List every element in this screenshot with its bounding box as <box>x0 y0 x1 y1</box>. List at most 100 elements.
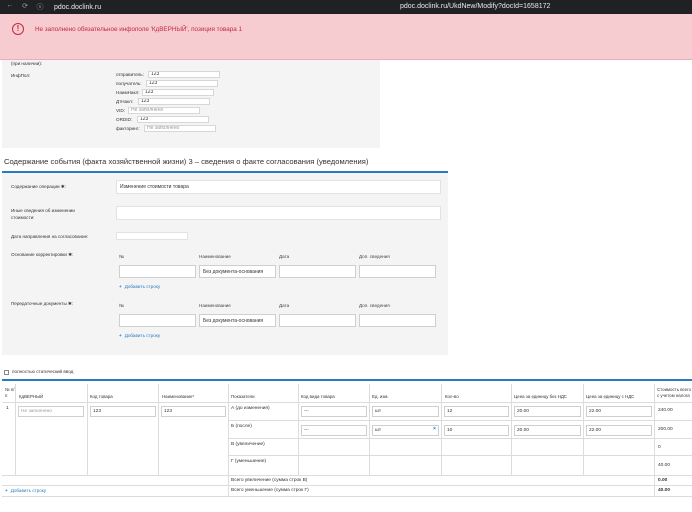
transfer-date-input[interactable] <box>279 314 356 327</box>
row-num: 1 <box>6 406 9 411</box>
section-title: Содержание события (факта хозяйственной … <box>4 157 369 166</box>
col-num-header: № п/п <box>5 387 15 398</box>
basis-col-num: № <box>119 254 124 259</box>
total-decrease-label: Всего уменьшение (сумма строк Г) <box>231 488 309 493</box>
send-date-field[interactable] <box>116 232 188 240</box>
infpol-input-ordid[interactable]: 123 <box>137 116 209 123</box>
infpol-row-label: получатель: <box>116 81 142 86</box>
basis-add-row-link[interactable]: + Добавить строку <box>119 284 160 289</box>
kind-code-b-input[interactable]: --- <box>301 425 367 436</box>
col-code-header: Код товара <box>90 394 113 399</box>
infpol-row-label: ДтНакл: <box>116 99 134 104</box>
code-input[interactable]: 123 <box>90 406 156 417</box>
op-content-label: Содержание операции ✱: <box>11 184 66 189</box>
add-row-label: Добавить строку <box>10 488 47 493</box>
infpol-label: ИнфПол: <box>11 73 31 78</box>
basis-num-input[interactable] <box>119 265 196 278</box>
price-vat-b-input[interactable]: 22.00 <box>586 425 652 436</box>
col-qty-header: Кол-во <box>445 394 459 399</box>
kind-code-a-input[interactable]: --- <box>301 406 367 417</box>
total-increase-value: 0.00 <box>658 478 668 483</box>
grid-line <box>583 384 584 475</box>
grid-line <box>654 384 655 496</box>
col-cost-header: Стоимость всего с учетом налога <box>657 387 692 398</box>
event-content-block: Содержание операции ✱: Изменение стоимос… <box>2 173 448 355</box>
grid-line <box>441 384 442 475</box>
transfer-col-num: № <box>119 303 124 308</box>
infpol-input-sender[interactable]: 123 <box>148 71 220 78</box>
plus-icon: + <box>119 333 122 338</box>
transfer-docs-label: Передаточные документы ✱: <box>11 301 74 306</box>
add-row-label: Добавить строку <box>124 333 161 338</box>
infpol-input-factoring[interactable]: Не заполнено <box>144 125 216 132</box>
infpol-input-vid[interactable]: Не заполнено <box>128 107 200 114</box>
alert-message: Не заполнено обязательное инфополе 'КдВЕ… <box>35 26 243 33</box>
clear-unit-icon[interactable]: × <box>433 426 436 432</box>
col-kind-code-header: Код вида товара <box>301 394 335 399</box>
transfer-num-input[interactable] <box>119 314 196 327</box>
basis-label: Основание корректировки ✱: <box>11 252 74 257</box>
op-content-field[interactable]: Изменение стоимости товара <box>116 180 441 194</box>
static-input-checkbox[interactable] <box>4 370 9 375</box>
transfer-col-date: Дата <box>279 303 290 308</box>
grid-line <box>2 475 692 476</box>
transfer-col-extra: Доп. сведения <box>359 303 390 308</box>
other-info-label-2: стоимости: <box>11 215 35 220</box>
col-indicators-header: Показатели <box>231 394 255 399</box>
transfer-add-row-link[interactable]: + Добавить строку <box>119 333 160 338</box>
kdverny-input[interactable]: Не заполнено <box>18 406 84 417</box>
grid-line <box>298 384 299 475</box>
unit-a-input[interactable]: шт <box>372 406 439 417</box>
qty-b-input[interactable]: 10 <box>444 425 509 436</box>
error-alert: ! Не заполнено обязательное инфополе 'Кд… <box>0 14 692 60</box>
indicator-g-label: Г (уменьшение) <box>231 459 267 464</box>
plus-icon: + <box>119 284 122 289</box>
grid-line <box>2 485 692 486</box>
other-info-field[interactable] <box>116 206 441 220</box>
add-row-label: Добавить строку <box>124 284 161 289</box>
grid-line <box>228 384 229 496</box>
qty-a-input[interactable]: 12 <box>444 406 509 417</box>
cost-g-value: 40.00 <box>658 463 671 468</box>
infpol-row-label: VID: <box>116 108 125 113</box>
indicator-a-label: А (до изменения) <box>231 406 270 411</box>
table-add-row-link[interactable]: + Добавить строку <box>5 488 46 493</box>
cost-b-value: 200.00 <box>658 427 673 432</box>
infpol-input-receiver[interactable]: 123 <box>146 80 218 87</box>
price-no-vat-b-input[interactable]: 20.00 <box>514 425 581 436</box>
basis-extra-input[interactable] <box>359 265 436 278</box>
name-input[interactable]: 123 <box>161 406 226 417</box>
total-decrease-value: 40.00 <box>658 488 671 493</box>
reload-icon[interactable]: ⟳ <box>21 2 29 12</box>
infpol-block: (при наличии): ИнфПол: отправитель: 123 … <box>2 60 380 148</box>
infpol-row-label: НаимНакл: <box>116 90 140 95</box>
browser-url[interactable]: pdoc.doclink.ru/UkdNew/Modify?docId=1658… <box>400 3 550 10</box>
indicator-v-label: В (увеличение) <box>231 442 265 447</box>
price-no-vat-a-input[interactable]: 20.00 <box>514 406 581 417</box>
transfer-extra-input[interactable] <box>359 314 436 327</box>
grid-line <box>87 384 88 475</box>
table-divider <box>2 379 692 381</box>
transfer-name-input[interactable]: Без документа-основания <box>199 314 276 327</box>
col-price-no-vat-header: Цена за единицу без НДС <box>514 394 567 399</box>
infpol-input-dtnakl[interactable]: 123 <box>138 98 210 105</box>
grid-line <box>511 384 512 475</box>
back-icon[interactable]: ← <box>6 2 14 12</box>
send-date-label: Дата направления на согласование: <box>11 234 89 239</box>
basis-date-input[interactable] <box>279 265 356 278</box>
site-info-icon[interactable]: ⓢ <box>36 2 44 12</box>
basis-col-extra: Доп. сведения <box>359 254 390 259</box>
grid-line <box>158 384 159 475</box>
browser-host[interactable]: pdoc.doclink.ru <box>54 4 101 11</box>
price-vat-a-input[interactable]: 22.00 <box>586 406 652 417</box>
basis-col-name: Наименование <box>199 254 231 259</box>
indicator-b-label: Б (после) <box>231 424 252 429</box>
infpol-input-naimnakl[interactable]: 123 <box>142 89 214 96</box>
col-name-header: Наименование* <box>162 394 195 399</box>
basis-name-input[interactable]: Без документа-основания <box>199 265 276 278</box>
grid-line <box>2 402 692 403</box>
unit-b-input[interactable]: шт <box>372 425 439 436</box>
infpol-row-label: ORDID: <box>116 117 133 122</box>
basis-col-date: Дата <box>279 254 290 259</box>
browser-nav: ← ⟳ ⓢ <box>6 2 44 12</box>
